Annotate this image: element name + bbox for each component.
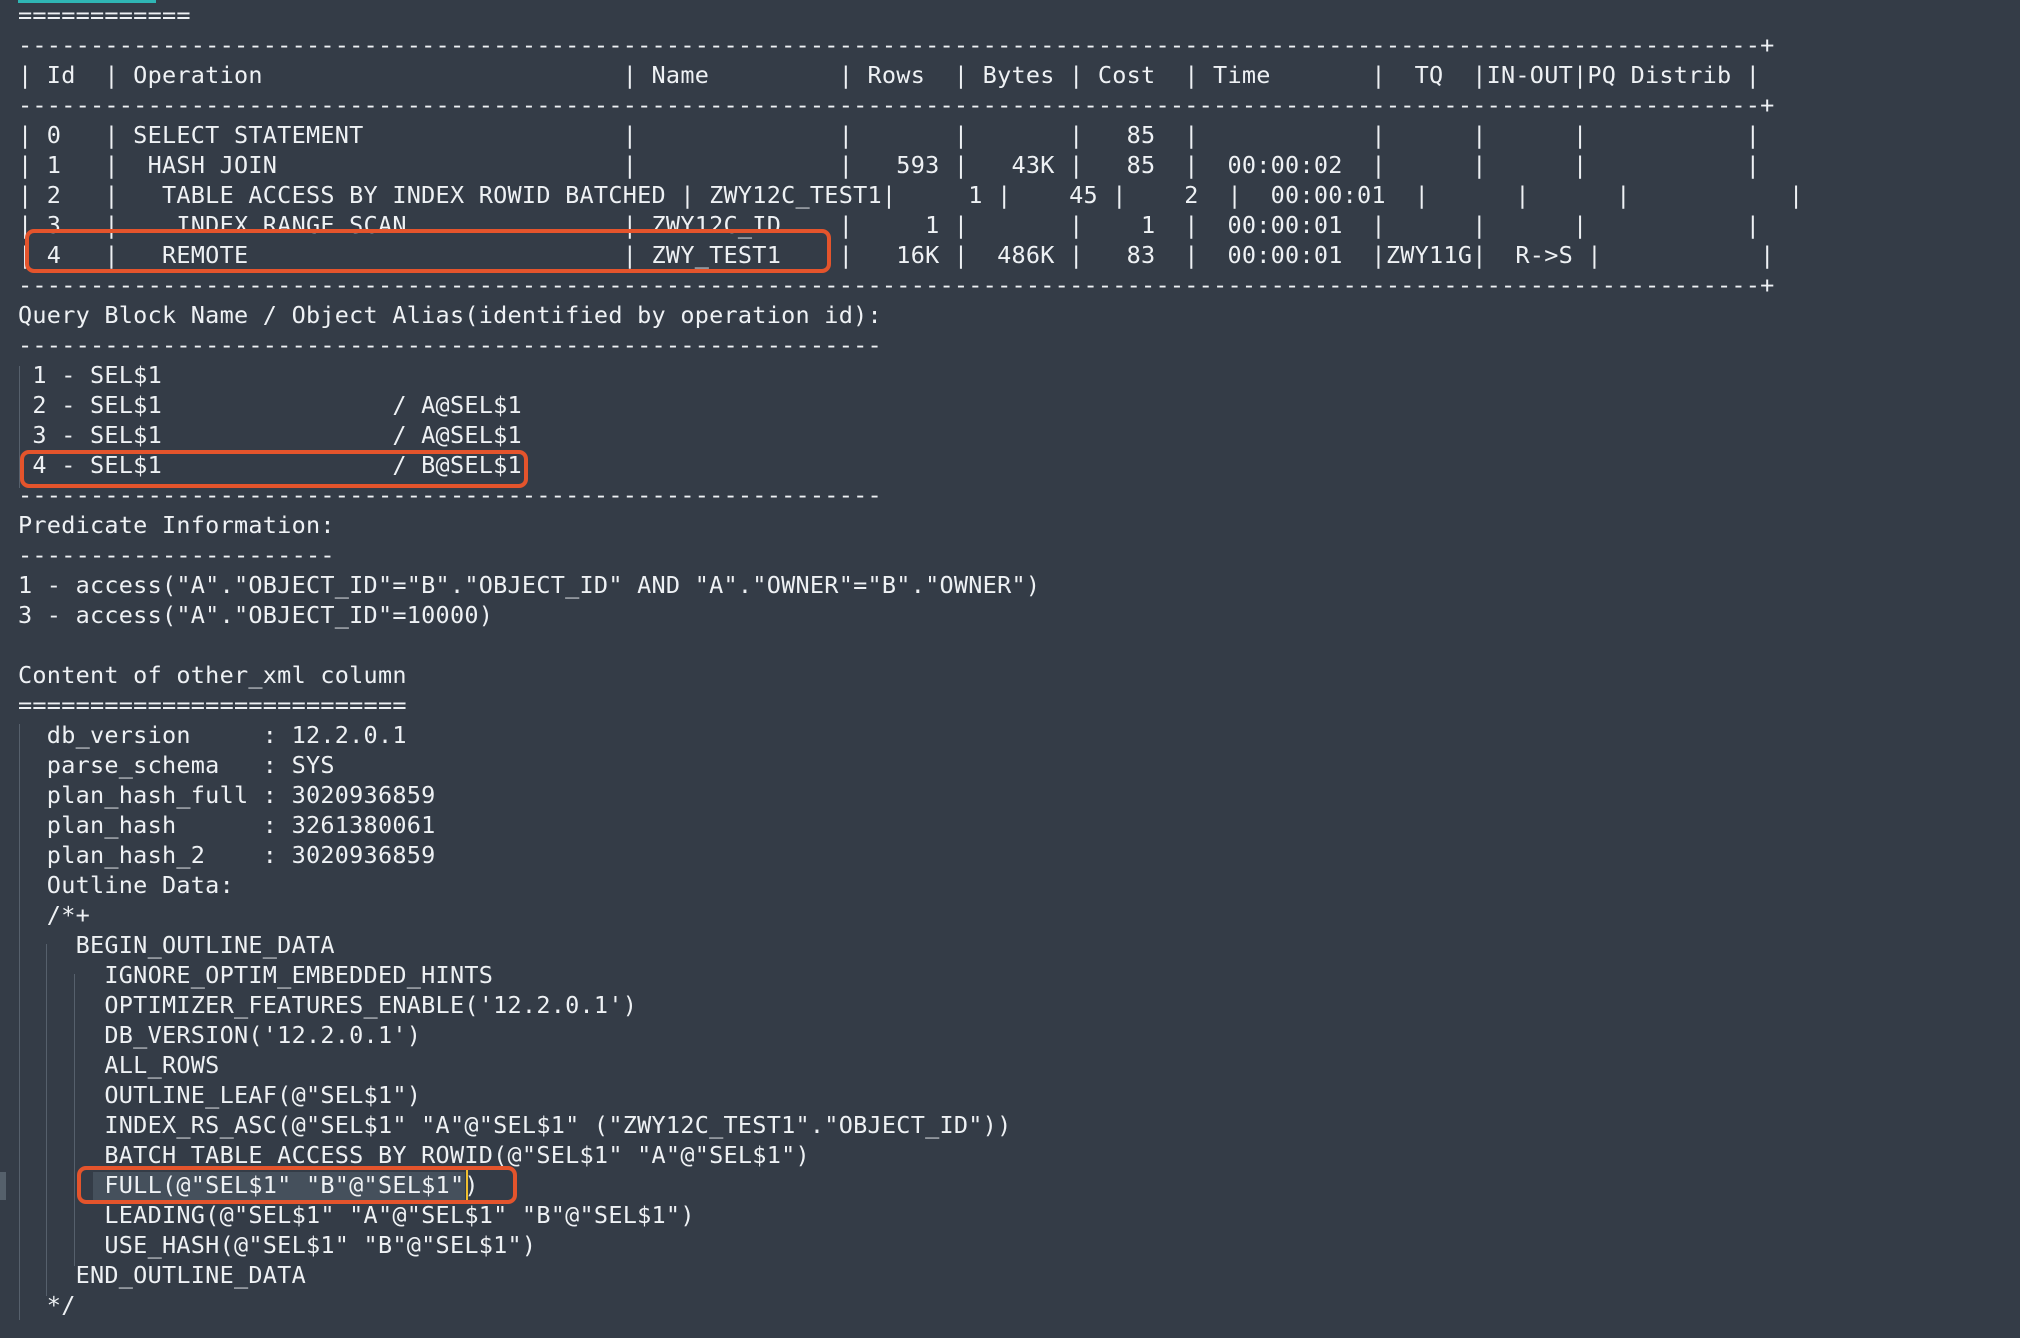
query-block-row: 3 - SEL$1 / A@SEL$1 bbox=[18, 421, 522, 449]
other-xml-line: IGNORE_OPTIM_EMBEDDED_HINTS bbox=[18, 961, 494, 989]
other-xml-line: INDEX_RS_ASC(@"SEL$1" "A"@"SEL$1" ("ZWY1… bbox=[18, 1111, 1012, 1139]
other-xml-line: plan_hash_2 : 3020936859 bbox=[18, 841, 436, 869]
plan-table-row: | 1 | HASH JOIN | | 593 | 43K | 85 | 00:… bbox=[18, 151, 1761, 179]
predicate-row: 1 - access("A"."OBJECT_ID"="B"."OBJECT_I… bbox=[18, 571, 1041, 599]
other-xml-heading: Content of other_xml column bbox=[18, 661, 407, 689]
terminal-output[interactable]: ============ ---------------------------… bbox=[0, 0, 2020, 1338]
other-xml-rule: =========================== bbox=[18, 691, 407, 719]
other-xml-line: DB_VERSION('12.2.0.1') bbox=[18, 1021, 422, 1049]
query-block-row: 1 - SEL$1 bbox=[18, 361, 162, 389]
other-xml-line: ALL_ROWS bbox=[18, 1051, 220, 1079]
other-xml-line: /*+ bbox=[18, 901, 90, 929]
other-xml-line: db_version : 12.2.0.1 bbox=[18, 721, 407, 749]
title-rule: ============ bbox=[18, 1, 191, 29]
other-xml-line: plan_hash : 3261380061 bbox=[18, 811, 436, 839]
plan-table-border-bottom: ----------------------------------------… bbox=[18, 271, 1775, 299]
highlight-remote-row bbox=[25, 229, 831, 273]
other-xml-line: USE_HASH(@"SEL$1" "B"@"SEL$1") bbox=[18, 1231, 537, 1259]
plan-table-row: | 2 | TABLE ACCESS BY INDEX ROWID BATCHE… bbox=[18, 181, 1804, 209]
plan-table-border-top: ----------------------------------------… bbox=[18, 31, 1775, 59]
plan-table-border-mid: ----------------------------------------… bbox=[18, 91, 1775, 119]
highlight-full-hint bbox=[77, 1166, 517, 1204]
predicate-rule: ---------------------- bbox=[18, 541, 335, 569]
other-xml-line: OUTLINE_LEAF(@"SEL$1") bbox=[18, 1081, 422, 1109]
other-xml-line: plan_hash_full : 3020936859 bbox=[18, 781, 436, 809]
query-block-row: 2 - SEL$1 / A@SEL$1 bbox=[18, 391, 522, 419]
other-xml-line: LEADING(@"SEL$1" "A"@"SEL$1" "B"@"SEL$1"… bbox=[18, 1201, 695, 1229]
other-xml-line: OPTIMIZER_FEATURES_ENABLE('12.2.0.1') bbox=[18, 991, 638, 1019]
other-xml-line: Outline Data: bbox=[18, 871, 234, 899]
current-line-marker bbox=[0, 1172, 6, 1200]
other-xml-line: END_OUTLINE_DATA bbox=[18, 1261, 306, 1289]
indent-guide bbox=[46, 944, 47, 1296]
query-block-heading: Query Block Name / Object Alias(identifi… bbox=[18, 301, 882, 329]
highlight-b-alias bbox=[20, 450, 528, 488]
predicate-heading: Predicate Information: bbox=[18, 511, 335, 539]
other-xml-line: BEGIN_OUTLINE_DATA bbox=[18, 931, 335, 959]
other-xml-line: parse_schema : SYS bbox=[18, 751, 335, 779]
predicate-row: 3 - access("A"."OBJECT_ID"=10000) bbox=[18, 601, 494, 629]
plan-table-row: | 0 | SELECT STATEMENT | | | | 85 | | | … bbox=[18, 121, 1761, 149]
plan-table-header: | Id | Operation | Name | Rows | Bytes |… bbox=[18, 61, 1761, 89]
query-block-rule: ----------------------------------------… bbox=[18, 331, 882, 359]
indent-guide bbox=[74, 974, 75, 1266]
indent-guide bbox=[19, 724, 20, 1320]
